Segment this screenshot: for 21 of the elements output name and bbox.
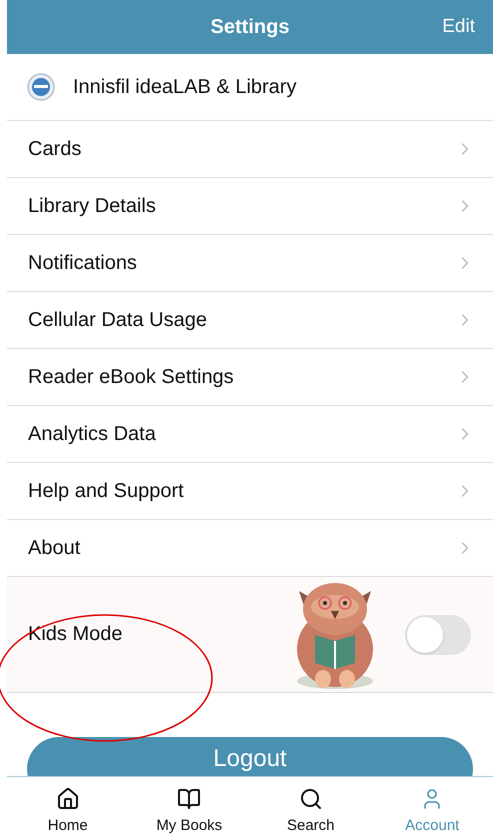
tab-item[interactable]: Home <box>7 777 128 836</box>
menu-item[interactable]: Reader eBook Settings <box>7 349 493 406</box>
menu-item[interactable]: Help and Support <box>7 463 493 520</box>
tab-item[interactable]: My Books <box>128 777 250 836</box>
menu-item[interactable]: Cellular Data Usage <box>7 292 493 349</box>
edit-button[interactable]: Edit <box>442 12 475 42</box>
library-name: Innisfil ideaLAB & Library <box>73 75 296 100</box>
logout-button[interactable]: Logout <box>27 737 473 776</box>
menu-item[interactable]: Cards <box>7 121 493 178</box>
home-icon <box>56 787 80 811</box>
tab-item[interactable]: Account <box>372 777 493 836</box>
book-icon <box>177 787 202 811</box>
tab-item[interactable]: Search <box>250 777 372 836</box>
menu-item[interactable]: Library Details <box>7 178 493 235</box>
header-title: Settings <box>210 15 290 40</box>
library-logo-icon <box>27 73 55 101</box>
menu-item[interactable]: Notifications <box>7 235 493 292</box>
search-icon <box>298 787 323 811</box>
kids-mode-label: Kids Mode <box>28 622 124 646</box>
kids-mode-toggle[interactable] <box>405 614 471 654</box>
menu-item[interactable]: Analytics Data <box>7 406 493 463</box>
